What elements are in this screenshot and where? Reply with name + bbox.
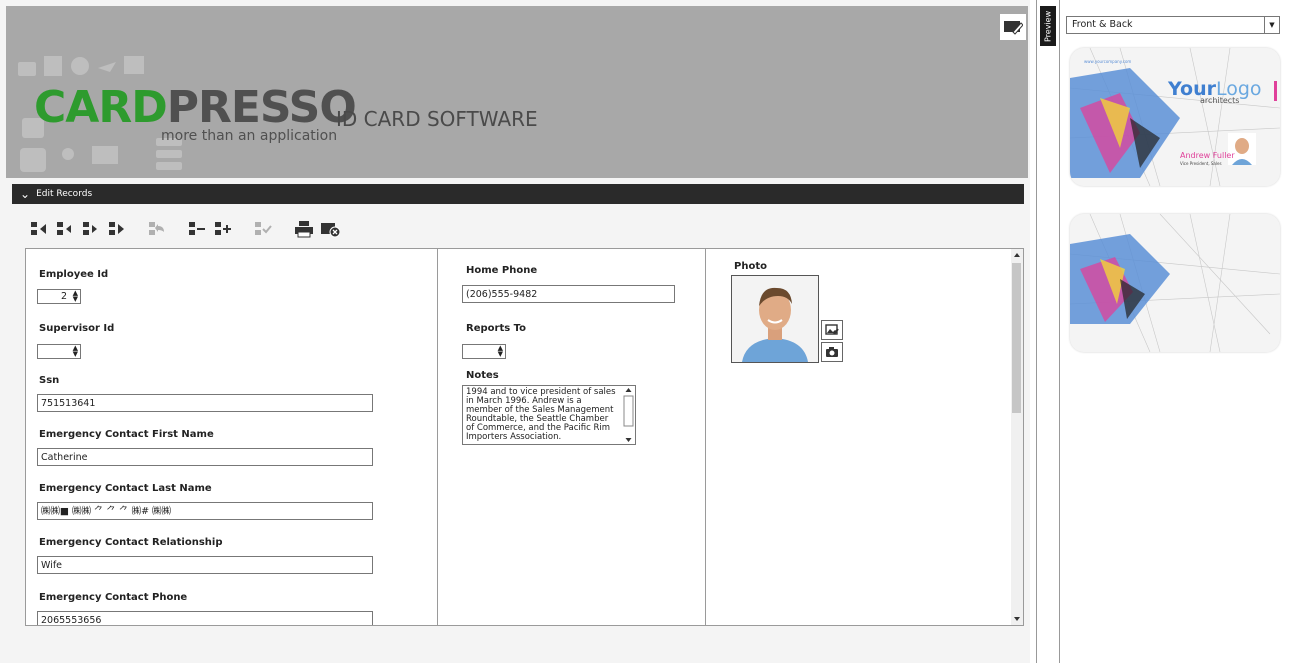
ec-first-name-field[interactable]: Catherine (37, 448, 373, 466)
print-button[interactable] (294, 220, 313, 238)
delete-record-icon (189, 222, 205, 235)
ec-relationship-field[interactable]: Wife (37, 556, 373, 574)
view-mode-value: Front & Back (1072, 19, 1133, 30)
home-phone-label: Home Phone (466, 265, 538, 276)
close-card-icon (321, 223, 341, 238)
banner-title: ID CARD SOFTWARE (336, 107, 538, 131)
image-edit-icon (825, 324, 839, 335)
ec-relationship-label: Emergency Contact Relationship (39, 537, 223, 548)
next-record-icon (83, 222, 97, 235)
notes-text: 1994 and to vice president of sales in M… (466, 387, 616, 442)
card-design-button[interactable] (1000, 14, 1026, 40)
chevron-down-icon[interactable]: ▼ (1264, 17, 1279, 33)
ec-first-name-label: Emergency Contact First Name (39, 429, 214, 440)
card-front-art (1070, 48, 1280, 186)
card-job-title: Vice President, Sales (1180, 161, 1222, 166)
portrait-image (732, 276, 818, 362)
ec-phone-field[interactable]: 2065553656 (37, 611, 373, 625)
employee-photo (731, 275, 819, 363)
logo-tagline: more than an application (161, 128, 338, 144)
last-record-button[interactable] (108, 220, 126, 238)
notes-textarea[interactable]: 1994 and to vice president of sales in M… (462, 385, 636, 445)
chevron-down-icon: ⌄ (20, 187, 31, 201)
ssn-label: Ssn (39, 375, 60, 386)
add-record-button[interactable] (214, 220, 232, 238)
card-back-preview[interactable] (1070, 214, 1280, 352)
spin-arrows-icon[interactable]: ▲ ▼ (73, 345, 78, 358)
column-divider (437, 249, 438, 625)
undo-record-button[interactable] (148, 220, 166, 238)
ec-last-name-field[interactable]: ㈱㈱■ ㈱㈱ ⺈ ⺈ ⺈ ㈱# ㈱㈱ (37, 502, 373, 520)
last-record-icon (109, 222, 124, 235)
reports-to-label: Reports To (466, 323, 527, 334)
preview-divider (1036, 0, 1060, 663)
next-record-button[interactable] (82, 220, 100, 238)
record-form: Employee Id 2 ▲ ▼ Supervisor Id ▲ ▼ Ssn 75… (25, 248, 1024, 626)
employee-id-value: 2 (60, 291, 67, 302)
previous-record-button[interactable] (56, 220, 74, 238)
main-panel: CARDPRESSO more than an application ID C… (0, 0, 1030, 663)
home-phone-field[interactable]: (206)555-9482 (462, 285, 675, 303)
card-logo-sub: architects (1200, 96, 1240, 105)
scrollbar-thumb[interactable] (1012, 263, 1021, 413)
previous-record-icon (57, 222, 71, 235)
first-record-icon (31, 222, 46, 235)
cardpresso-logo: CARDPRESSO (34, 82, 357, 133)
reports-to-spinbox[interactable]: ▲ ▼ (462, 344, 506, 359)
view-mode-select[interactable]: Front & Back ▼ (1066, 16, 1280, 34)
ssn-field[interactable]: 751513641 (37, 394, 373, 412)
notes-label: Notes (466, 370, 499, 381)
ec-phone-label: Emergency Contact Phone (39, 592, 188, 603)
supervisor-id-label: Supervisor Id (39, 323, 115, 334)
card-front-preview[interactable]: www.yourcompany.com YourLogo architects … (1070, 48, 1280, 186)
edit-records-header[interactable]: ⌄ Edit Records (12, 184, 1024, 204)
cardpresso-banner: CARDPRESSO more than an application ID C… (6, 6, 1028, 178)
column-divider (705, 249, 706, 625)
card-back-art (1070, 214, 1280, 352)
preview-tab[interactable]: Preview (1040, 6, 1056, 46)
commit-record-button[interactable] (254, 220, 272, 238)
ec-last-name-label: Emergency Contact Last Name (39, 483, 212, 494)
card-url: www.yourcompany.com (1084, 59, 1132, 64)
print-icon (295, 221, 313, 238)
records-toolbar (30, 216, 346, 242)
notes-scrollbar[interactable] (623, 387, 634, 443)
camera-icon (826, 347, 838, 357)
photo-label: Photo (734, 261, 767, 272)
capture-photo-button[interactable] (821, 342, 843, 362)
delete-record-button[interactable] (188, 220, 206, 238)
undo-record-icon (149, 222, 164, 235)
load-image-button[interactable] (821, 320, 843, 340)
spin-arrows-icon[interactable]: ▲ ▼ (73, 290, 78, 303)
add-record-icon (215, 222, 231, 235)
employee-id-label: Employee Id (39, 269, 109, 280)
card-edit-icon (1004, 21, 1023, 35)
commit-record-icon (255, 222, 272, 235)
card-name: Andrew Fuller (1180, 151, 1235, 160)
card-accent-bar (1274, 81, 1277, 101)
first-record-button[interactable] (30, 220, 48, 238)
supervisor-id-spinbox[interactable]: ▲ ▼ (37, 344, 81, 359)
spin-arrows-icon[interactable]: ▲ ▼ (498, 345, 503, 358)
employee-id-spinbox[interactable]: 2 ▲ ▼ (37, 289, 81, 304)
section-title: Edit Records (36, 189, 93, 199)
close-card-button[interactable] (320, 220, 341, 238)
